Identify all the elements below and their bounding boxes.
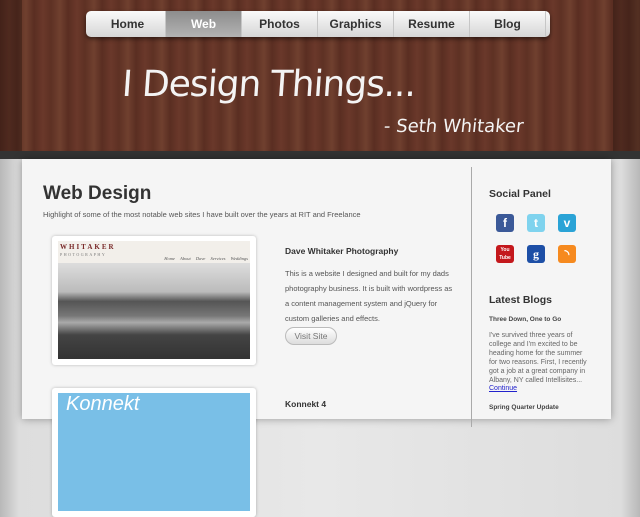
page-title: Web Design	[43, 183, 152, 204]
vimeo-icon[interactable]: v	[558, 214, 576, 232]
project-title: Dave Whitaker Photography	[285, 246, 399, 256]
latest-blogs-title: Latest Blogs	[489, 294, 553, 306]
screenshot: Konnekt	[58, 393, 250, 511]
blog-title[interactable]: Spring Quarter Update	[489, 404, 559, 411]
nav-blog[interactable]: Blog	[470, 11, 546, 37]
project-thumbnail[interactable]: WHITAKER PHOTOGRAPHY Home About Dave Ser…	[52, 236, 256, 365]
social-panel-title: Social Panel	[489, 188, 551, 200]
nav-resume[interactable]: Resume	[394, 11, 470, 37]
screenshot: WHITAKER PHOTOGRAPHY Home About Dave Ser…	[58, 241, 250, 359]
blog-title[interactable]: Three Down, One to Go	[489, 316, 561, 323]
facebook-icon[interactable]: f	[496, 214, 514, 232]
header-divider	[0, 151, 640, 159]
nav-web[interactable]: Web	[166, 11, 242, 37]
nav-home[interactable]: Home	[90, 11, 166, 37]
twitter-icon[interactable]: t	[527, 214, 545, 232]
tagline: I Design Things...	[120, 64, 417, 105]
sidebar-divider	[471, 167, 472, 427]
rss-icon[interactable]: ◝	[558, 245, 576, 263]
nav-graphics[interactable]: Graphics	[318, 11, 394, 37]
shot-brand: WHITAKER	[60, 243, 116, 251]
blog-excerpt: I've survived three years of college and…	[489, 332, 587, 384]
project-description: This is a website I designed and built f…	[285, 269, 453, 323]
shot-sub: PHOTOGRAPHY	[60, 252, 107, 257]
project-thumbnail[interactable]: Konnekt	[52, 388, 256, 517]
signature: - Seth Whitaker	[382, 116, 525, 137]
header-banner: Home Web Photos Graphics Resume Blog I D…	[0, 0, 640, 151]
main-nav: Home Web Photos Graphics Resume Blog	[86, 11, 550, 37]
content-panel: Web Design Highlight of some of the most…	[22, 159, 611, 517]
continue-link[interactable]: Continue	[489, 385, 517, 392]
photo	[58, 263, 250, 359]
youtube-icon[interactable]: You Tube	[496, 245, 514, 263]
google-icon[interactable]: g	[527, 245, 545, 263]
visit-site-button[interactable]: Visit Site	[285, 327, 337, 345]
nav-photos[interactable]: Photos	[242, 11, 318, 37]
page-subtitle: Highlight of some of the most notable we…	[43, 210, 361, 219]
shot-nav: Home About Dave Services Weddings	[164, 256, 248, 261]
project-title: Konnekt 4	[285, 399, 327, 409]
